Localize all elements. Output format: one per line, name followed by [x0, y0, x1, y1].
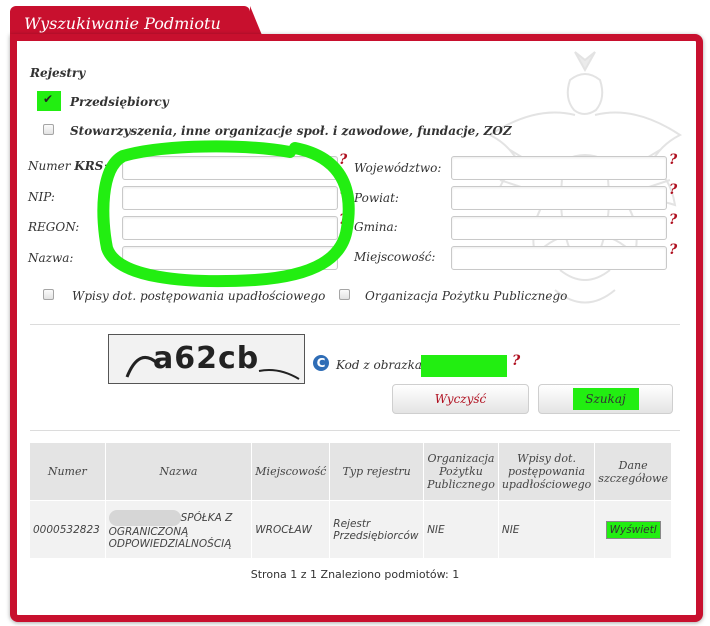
column-header: Nazwa	[104, 442, 253, 501]
nip-help-icon[interactable]: ?	[339, 182, 347, 198]
cell-locality: WROCŁAW	[251, 500, 331, 559]
captcha-text: a62cb	[153, 341, 260, 376]
bankruptcy-checkbox[interactable]	[43, 289, 54, 300]
checkmark-icon: ✔	[43, 92, 54, 106]
voivodeship-input[interactable]	[451, 156, 667, 180]
district-input[interactable]	[451, 186, 667, 210]
commune-label: Gmina:	[354, 220, 398, 234]
registers-heading: Rejestry	[30, 66, 86, 80]
column-header: Organizacja Pożytku Publicznego	[423, 442, 499, 501]
locality-help-icon[interactable]: ?	[669, 242, 677, 258]
captcha-code-input[interactable]	[421, 355, 507, 377]
bankruptcy-label: Wpisy dot. postępowania upadłościowego	[72, 289, 326, 303]
name-input[interactable]	[122, 246, 338, 270]
column-header: Numer	[29, 442, 106, 501]
cell-name: SPÓŁKA Z OGRANICZONĄ ODPOWIEDZIALNOŚCIĄ	[104, 500, 253, 559]
pagination-info: Strona 1 z 1 Znaleziono podmiotów: 1	[250, 568, 460, 581]
search-button[interactable]: Szukaj	[538, 384, 673, 414]
column-header: Wpisy dot. postępowania upadłościowego	[497, 442, 596, 501]
show-details-button[interactable]: Wyświetl	[605, 520, 661, 539]
column-header: Dane szczegółowe	[594, 442, 672, 501]
regon-help-icon[interactable]: ?	[339, 212, 347, 228]
entrepreneurs-checkbox[interactable]: ✔	[37, 91, 61, 111]
commune-input[interactable]	[451, 216, 667, 240]
name-help-icon[interactable]: ?	[339, 242, 347, 258]
results-table: Numer Nazwa Miejscowość Typ rejestru Org…	[29, 442, 672, 559]
public-benefit-checkbox[interactable]	[339, 289, 350, 300]
column-header: Miejscowość	[251, 442, 331, 501]
nip-input[interactable]	[122, 186, 338, 210]
krs-input[interactable]	[122, 156, 338, 180]
refresh-captcha-icon[interactable]: C	[313, 355, 329, 371]
cell-bankruptcy: NIE	[497, 500, 596, 559]
cell-register-type: Rejestr Przedsiębiorców	[329, 500, 425, 559]
clear-button[interactable]: Wyczyść	[392, 384, 529, 414]
divider	[30, 324, 680, 325]
captcha-code-label: Kod z obrazka:	[336, 358, 427, 372]
krs-help-icon[interactable]: ?	[339, 152, 347, 168]
entrepreneurs-label: Przedsiębiorcy	[70, 95, 169, 109]
locality-input[interactable]	[451, 246, 667, 270]
cell-number: 0000532823	[29, 500, 106, 559]
nip-label: NIP:	[28, 190, 55, 204]
commune-help-icon[interactable]: ?	[669, 212, 677, 228]
search-button-label: Szukaj	[572, 388, 639, 410]
name-label: Nazwa:	[28, 251, 74, 265]
public-benefit-label: Organizacja Pożytku Publicznego	[365, 289, 568, 303]
table-row: 0000532823 SPÓŁKA Z OGRANICZONĄ ODPOWIED…	[29, 500, 672, 559]
district-label: Powiat:	[354, 191, 399, 205]
locality-label: Miejscowość:	[354, 250, 436, 264]
krs-label: Numer KRS:	[28, 159, 108, 173]
captcha-image: a62cb	[108, 334, 305, 384]
associations-label: Stowarzyszenia, inne organizacje społ. i…	[70, 124, 512, 138]
table-header-row: Numer Nazwa Miejscowość Typ rejestru Org…	[29, 442, 672, 501]
page-title: Wyszukiwanie Podmiotu	[24, 14, 221, 33]
cell-details: Wyświetl	[594, 500, 672, 559]
voivodeship-label: Województwo:	[354, 161, 442, 175]
redacted-name	[108, 509, 181, 526]
voivodeship-help-icon[interactable]: ?	[669, 152, 677, 168]
regon-label: REGON:	[28, 220, 80, 234]
column-header: Typ rejestru	[329, 442, 425, 501]
captcha-help-icon[interactable]: ?	[512, 353, 520, 369]
divider	[30, 430, 680, 431]
regon-input[interactable]	[122, 216, 338, 240]
district-help-icon[interactable]: ?	[669, 182, 677, 198]
associations-checkbox[interactable]	[43, 124, 54, 135]
cell-public-benefit: NIE	[423, 500, 499, 559]
